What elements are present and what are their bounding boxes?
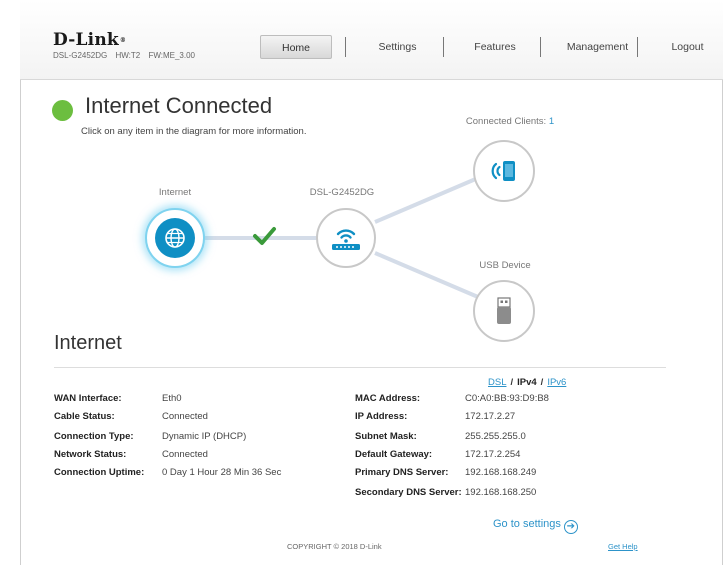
- go-to-settings-link[interactable]: Go to settings ➔: [493, 518, 578, 534]
- section-title: Internet: [54, 332, 122, 354]
- nav-divider: [540, 37, 541, 57]
- status-title: Internet Connected: [85, 93, 273, 118]
- info-row-ip-address: IP Address: 172.17.2.27: [355, 410, 655, 424]
- nav-settings[interactable]: Settings: [365, 35, 430, 59]
- header: D-Link® DSL-G2452DG HW:T2 FW:ME_3.00 Hom…: [20, 0, 723, 80]
- info-label: Connection Type:: [54, 431, 134, 442]
- info-value: 255.255.255.0: [465, 431, 526, 442]
- nav-divider: [443, 37, 444, 57]
- info-row-secondary-dns: Secondary DNS Server: 192.168.168.250: [355, 486, 655, 500]
- info-label: MAC Address:: [355, 393, 421, 404]
- info-value: 0 Day 1 Hour 28 Min 36 Sec: [162, 467, 282, 478]
- nav-management[interactable]: Management: [555, 35, 640, 59]
- info-value: 192.168.168.250: [465, 487, 537, 498]
- info-row-connection-uptime: Connection Uptime: 0 Day 1 Hour 28 Min 3…: [54, 466, 324, 480]
- info-label: WAN Interface:: [54, 393, 122, 404]
- usb-device-node[interactable]: [473, 280, 535, 342]
- clients-node-inner: [482, 149, 526, 193]
- info-row-network-status: Network Status: Connected: [54, 448, 314, 462]
- main-nav: Home Settings Features Management Logout: [20, 35, 723, 59]
- info-row-wan-interface: WAN Interface: Eth0: [54, 392, 314, 406]
- info-label: IP Address:: [355, 411, 408, 422]
- tab-separator: /: [540, 377, 544, 388]
- info-row-primary-dns: Primary DNS Server: 192.168.168.249: [355, 466, 655, 480]
- protocol-tabs: DSL / IPv4/IPv6: [488, 377, 566, 388]
- info-value: C0:A0:BB:93:D9:B8: [465, 393, 549, 404]
- info-value: 172.17.2.254: [465, 449, 521, 460]
- router-node-inner: [324, 216, 368, 260]
- tab-ipv6[interactable]: IPv6: [547, 377, 566, 388]
- tab-separator: /: [510, 377, 514, 388]
- info-label: Subnet Mask:: [355, 431, 417, 442]
- tab-dsl[interactable]: DSL: [488, 377, 506, 388]
- info-value: Dynamic IP (DHCP): [162, 431, 247, 442]
- info-row-mac-address: MAC Address: C0:A0:BB:93:D9:B8: [355, 392, 655, 406]
- nav-logout[interactable]: Logout: [660, 35, 715, 59]
- info-label: Default Gateway:: [355, 449, 433, 460]
- info-label: Primary DNS Server:: [355, 467, 449, 478]
- info-value: 192.168.168.249: [465, 467, 537, 478]
- globe-icon: [165, 228, 185, 248]
- router-node[interactable]: [316, 208, 376, 268]
- info-value: Connected: [162, 411, 208, 422]
- info-label: Secondary DNS Server:: [355, 487, 462, 498]
- info-label: Connection Uptime:: [54, 467, 145, 478]
- get-help-link[interactable]: Get Help: [608, 542, 638, 551]
- nav-features[interactable]: Features: [460, 35, 530, 59]
- info-row-connection-type: Connection Type: Dynamic IP (DHCP): [54, 430, 314, 444]
- info-label: Cable Status:: [54, 411, 115, 422]
- usb-drive-icon: [497, 297, 511, 324]
- page-frame: [20, 0, 723, 565]
- nav-divider: [637, 37, 638, 57]
- section-divider: [54, 367, 666, 368]
- info-row-subnet-mask: Subnet Mask: 255.255.255.0: [355, 430, 655, 444]
- status-indicator-icon: [52, 100, 73, 121]
- internet-node-inner: [155, 218, 195, 258]
- internet-node[interactable]: [145, 208, 205, 268]
- status-subtitle: Click on any item in the diagram for mor…: [81, 126, 307, 137]
- info-row-default-gateway: Default Gateway: 172.17.2.254: [355, 448, 655, 462]
- router-icon: [332, 229, 360, 250]
- info-value: 172.17.2.27: [465, 411, 516, 422]
- connected-clients-node[interactable]: [473, 140, 535, 202]
- nav-divider: [345, 37, 346, 57]
- info-label: Network Status:: [54, 449, 127, 460]
- wireless-device-icon: [491, 161, 515, 181]
- arrow-right-icon: ➔: [563, 520, 578, 534]
- info-row-cable-status: Cable Status: Connected: [54, 410, 314, 424]
- tab-ipv4[interactable]: IPv4: [517, 377, 537, 388]
- footer-copyright: COPYRIGHT © 2018 D-Link: [287, 542, 382, 551]
- go-to-settings-label: Go to settings: [493, 518, 561, 530]
- nav-home[interactable]: Home: [260, 35, 332, 59]
- info-value: Connected: [162, 449, 208, 460]
- info-value: Eth0: [162, 393, 182, 404]
